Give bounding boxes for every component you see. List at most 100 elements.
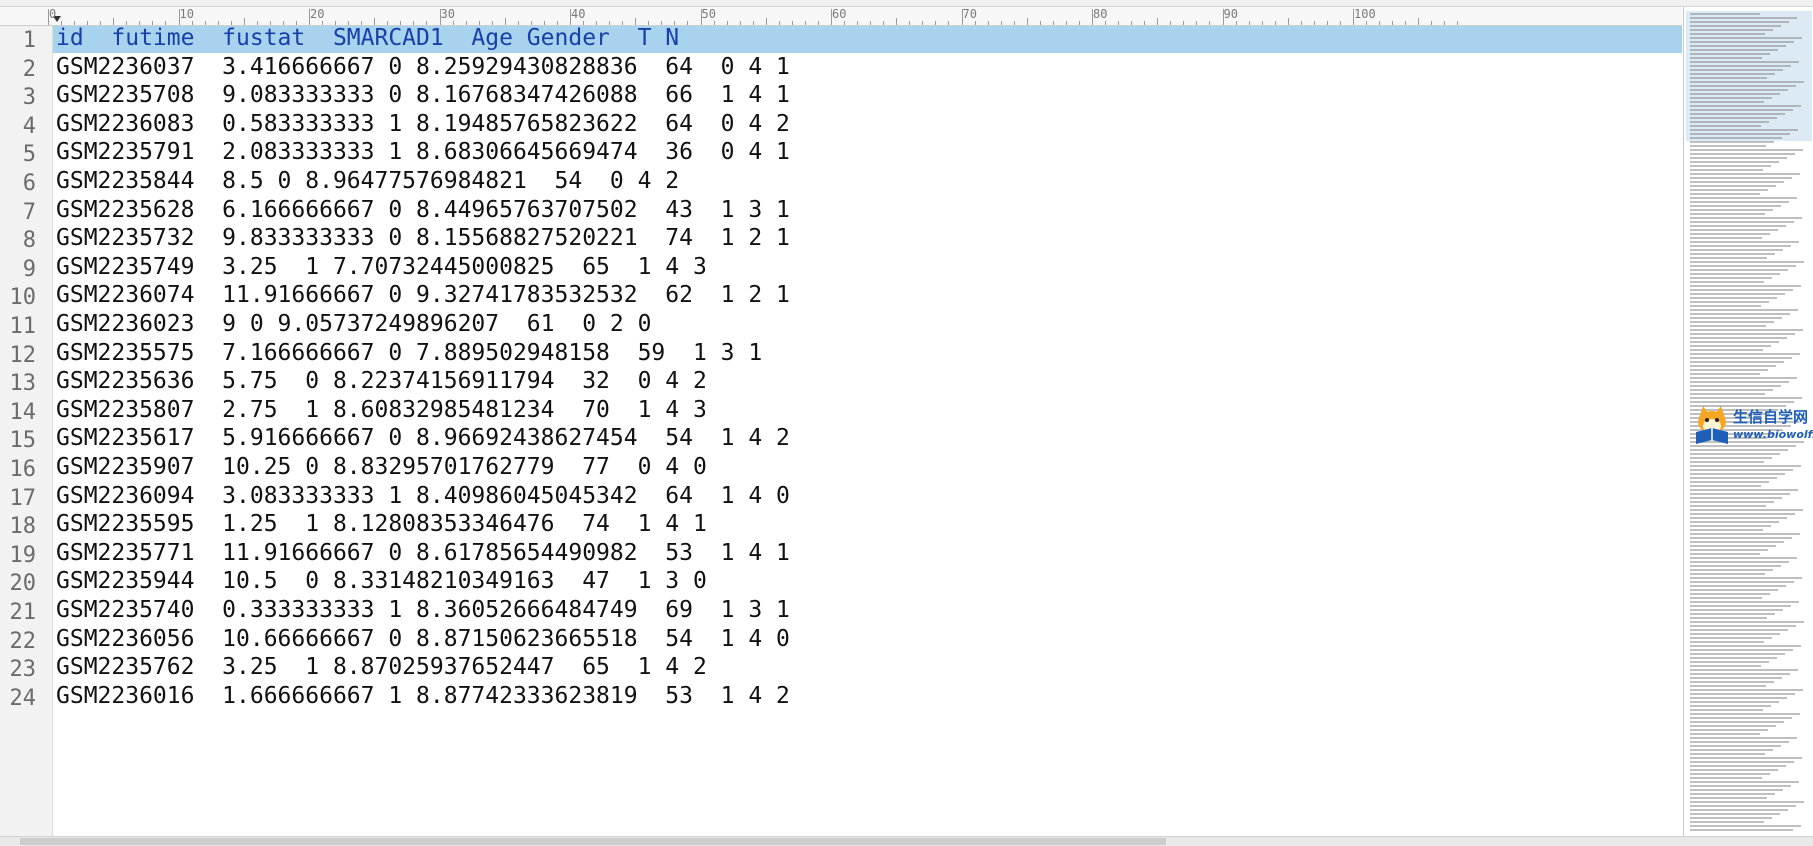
minimap-line (1690, 669, 1798, 671)
data-row-line[interactable]: GSM2236023 9 0 9.05737249896207 61 0 2 0 (53, 310, 1682, 339)
ruler-tick (870, 21, 872, 25)
data-row-line[interactable]: GSM2235617 5.916666667 0 8.9669243862745… (53, 424, 1682, 453)
minimap-line (1690, 557, 1797, 559)
minimap-line (1690, 325, 1766, 327)
data-row-line[interactable]: GSM2235636 5.75 0 8.22374156911794 32 0 … (53, 367, 1682, 396)
minimap-line (1690, 653, 1785, 655)
minimap-line (1690, 785, 1791, 787)
data-row-line[interactable]: GSM2235791 2.083333333 1 8.6830664566947… (53, 138, 1682, 167)
minimap-line (1690, 569, 1773, 571)
ruler-tick (491, 21, 493, 25)
ruler-tick (1065, 21, 1067, 25)
minimap-line (1690, 517, 1787, 519)
minimap-line (1690, 133, 1790, 135)
data-row-line[interactable]: GSM2235628 6.166666667 0 8.4496576370750… (53, 196, 1682, 225)
ruler-tick (791, 21, 793, 25)
minimap-line (1690, 253, 1775, 255)
minimap-line (1690, 801, 1804, 803)
data-row-line[interactable]: GSM2235749 3.25 1 7.70732445000825 65 1 … (53, 253, 1682, 282)
minimap-line (1690, 681, 1774, 683)
minimap-line (1690, 745, 1781, 747)
minimap-line (1690, 385, 1781, 387)
minimap-line (1690, 809, 1788, 811)
minimap-line (1690, 489, 1798, 491)
data-row-line[interactable]: GSM2236056 10.66666667 0 8.8715062366551… (53, 625, 1682, 654)
minimap-line (1690, 337, 1787, 339)
data-row-line[interactable]: GSM2235708 9.083333333 0 8.1676834742608… (53, 81, 1682, 110)
minimap-line (1690, 677, 1782, 679)
ruler-tick (504, 18, 506, 25)
horizontal-scrollbar-thumb[interactable] (20, 838, 1166, 845)
minimap-line (1690, 609, 1783, 611)
ruler-tick (400, 21, 402, 25)
minimap-line (1690, 665, 1761, 667)
data-row-line[interactable]: GSM2236037 3.416666667 0 8.2592943082883… (53, 53, 1682, 82)
minimap-line (1690, 221, 1794, 223)
minimap-line (1690, 237, 1762, 239)
minimap-line (1690, 701, 1779, 703)
data-row-line[interactable]: GSM2235595 1.25 1 8.12808353346476 74 1 … (53, 510, 1682, 539)
data-row-line[interactable]: GSM2236074 11.91666667 0 9.3274178353253… (53, 281, 1682, 310)
watermark-logo: 生信自学网 www.biowolf.cn (1693, 402, 1813, 452)
minimap-line (1690, 297, 1777, 299)
minimap-line (1690, 121, 1769, 123)
minimap-line (1690, 389, 1773, 391)
data-row-line[interactable]: GSM2235771 11.91666667 0 8.6178565449098… (53, 539, 1682, 568)
data-row-line[interactable]: GSM2235944 10.5 0 8.33148210349163 47 1 … (53, 567, 1682, 596)
ruler-tick (1235, 21, 1237, 25)
minimap-line (1690, 661, 1769, 663)
minimap-line (1690, 333, 1795, 335)
ruler-tick (465, 21, 467, 25)
ruler-tick (648, 21, 650, 25)
minimap-line (1690, 117, 1777, 119)
minimap-line (1690, 153, 1795, 155)
minimap-line (1690, 141, 1774, 143)
text-editor-area[interactable]: id futime fustat SMARCAD1 Age Gender T N… (53, 26, 1682, 836)
data-row-line[interactable]: GSM2236016 1.666666667 1 8.8774233362381… (53, 682, 1682, 711)
minimap-line (1690, 349, 1763, 351)
minimap-line (1690, 369, 1768, 371)
minimap-line (1690, 741, 1789, 743)
minimap-line (1690, 473, 1785, 475)
data-row-line[interactable]: GSM2235575 7.166666667 0 7.889502948158 … (53, 339, 1682, 368)
minimap-line (1690, 689, 1803, 691)
minimap-line (1690, 393, 1765, 395)
data-row-line[interactable]: GSM2236083 0.583333333 1 8.1948576582362… (53, 110, 1682, 139)
ruler-tick (165, 21, 167, 25)
minimap-line (1690, 813, 1780, 815)
ruler-tick (530, 21, 532, 25)
ruler-tick (1039, 21, 1041, 25)
minimap-line (1690, 53, 1770, 55)
minimap-line (1690, 717, 1792, 719)
ruler-tick (413, 21, 415, 25)
ruler-tick (61, 21, 63, 25)
data-row-line[interactable]: GSM2235740 0.333333333 1 8.3605266648474… (53, 596, 1682, 625)
data-row-line[interactable]: GSM2236094 3.083333333 1 8.4098604504534… (53, 482, 1682, 511)
minimap-line (1690, 305, 1761, 307)
ruler-tick (295, 21, 297, 25)
data-row-line[interactable]: GSM2235762 3.25 1 8.87025937652447 65 1 … (53, 653, 1682, 682)
minimap-line (1690, 85, 1796, 87)
minimap-line (1690, 537, 1792, 539)
minimap-line (1690, 529, 1763, 531)
ruler-tick (139, 21, 141, 25)
minimap-line (1690, 573, 1765, 575)
header-row-line[interactable]: id futime fustat SMARCAD1 Age Gender T N (53, 26, 1682, 53)
minimap-line (1690, 181, 1784, 183)
data-row-line[interactable]: GSM2235807 2.75 1 8.60832985481234 70 1 … (53, 396, 1682, 425)
minimap-line (1690, 705, 1771, 707)
minimap-line (1690, 621, 1804, 623)
minimap-line (1690, 269, 1788, 271)
minimap-line (1690, 321, 1774, 323)
ruler-label: 70 (962, 7, 977, 21)
minimap-line (1690, 57, 1762, 59)
data-row-line[interactable]: GSM2235907 10.25 0 8.83295701762779 77 0… (53, 453, 1682, 482)
data-row-line[interactable]: GSM2235732 9.833333333 0 8.1556882752022… (53, 224, 1682, 253)
minimap-line (1690, 41, 1794, 43)
minimap-line (1690, 89, 1788, 91)
ruler-tick (583, 21, 585, 25)
minimap-line (1690, 693, 1795, 695)
data-row-line[interactable]: GSM2235844 8.5 0 8.96477576984821 54 0 4… (53, 167, 1682, 196)
ruler-tick (100, 21, 102, 25)
ruler-tick (1300, 21, 1302, 25)
